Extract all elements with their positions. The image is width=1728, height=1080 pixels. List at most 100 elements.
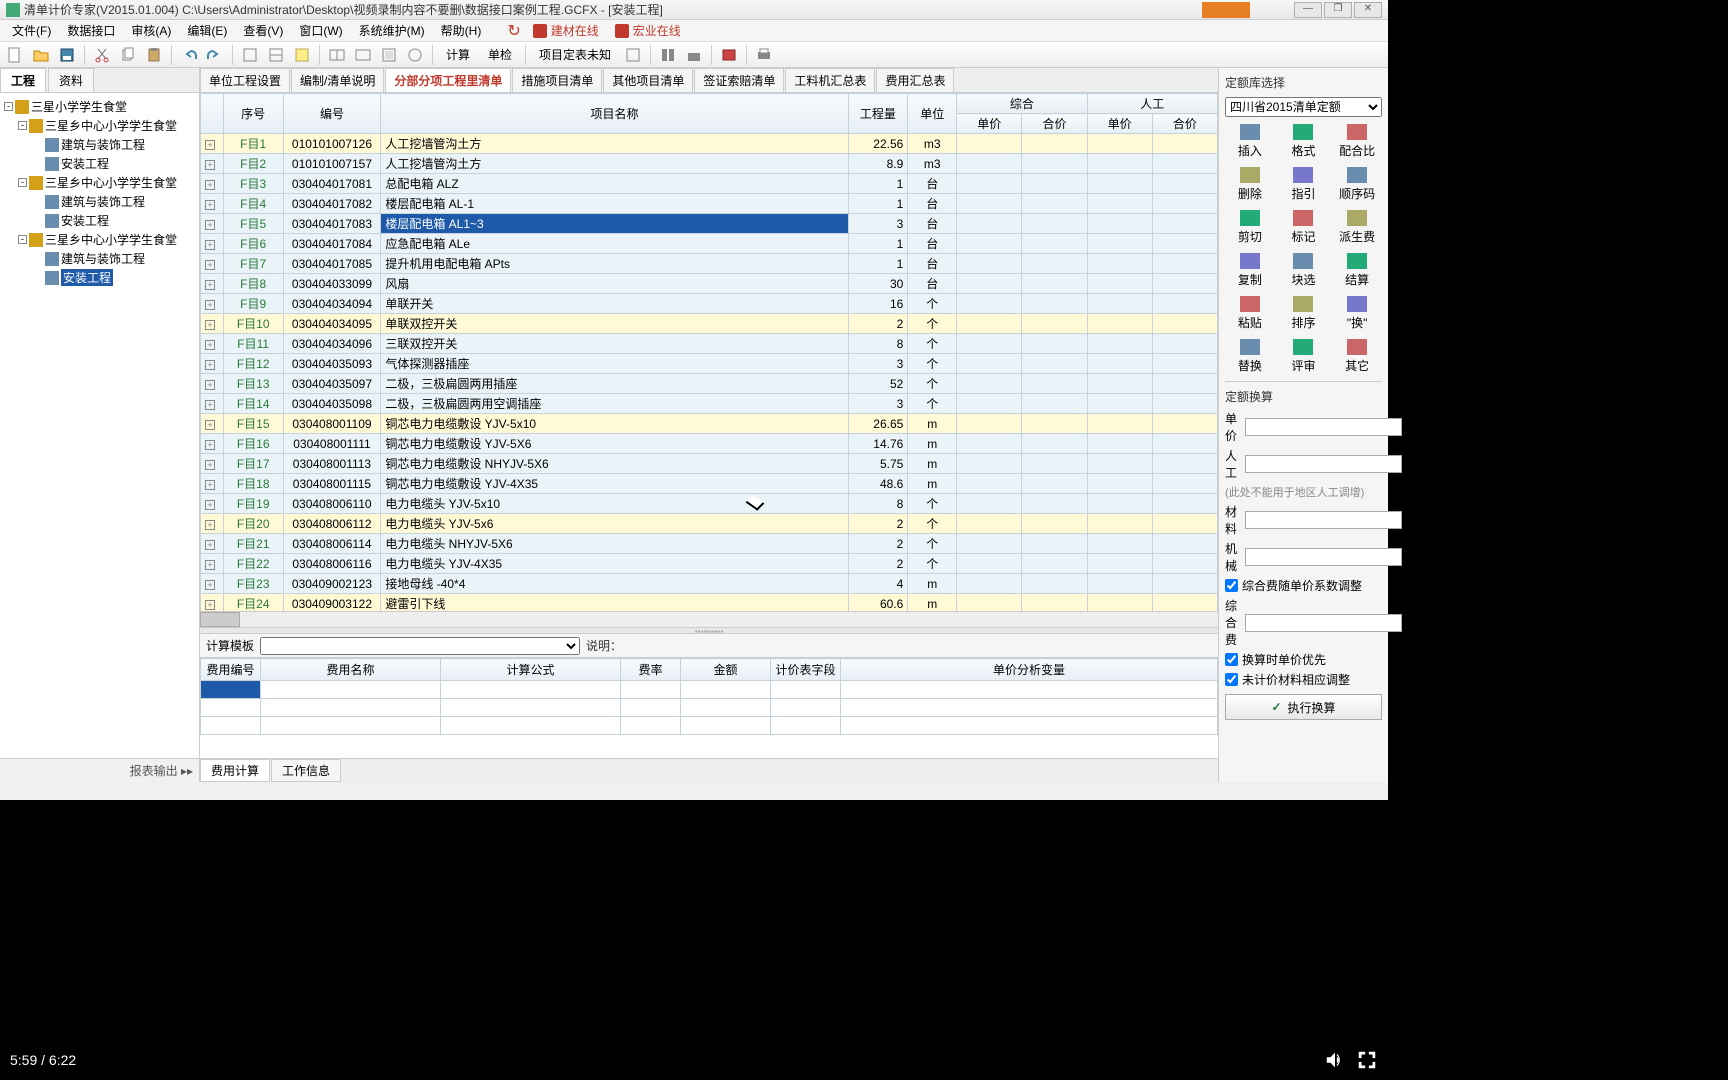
tree-node[interactable]: -三星乡中心小学学生食堂 [4, 230, 195, 249]
cell-unit[interactable]: m [908, 454, 957, 474]
cell-unit[interactable]: 个 [908, 394, 957, 414]
fee-col[interactable]: 金额 [681, 659, 771, 681]
rp-btn-7[interactable]: 标记 [1279, 207, 1329, 248]
col-zh[interactable]: 综合 [957, 94, 1087, 114]
table-row[interactable]: +F目10030404034095单联双控开关2个 [201, 314, 1218, 334]
cell-name[interactable]: 避雷引下线 [381, 594, 848, 612]
table-row[interactable]: +F目21030408006114电力电缆头 NHYJV-5X62个 [201, 534, 1218, 554]
rp-btn-15[interactable]: 替换 [1225, 336, 1275, 377]
refresh-icon[interactable]: ↻ [507, 21, 520, 41]
cell-qty[interactable]: 26.65 [848, 414, 908, 434]
chk-material-adjust[interactable] [1225, 673, 1238, 686]
cell-qty[interactable]: 1 [848, 254, 908, 274]
expand-row-icon[interactable]: + [205, 580, 215, 590]
cell-unit[interactable]: 台 [908, 174, 957, 194]
tree-node[interactable]: -三星小学学生食堂 [4, 97, 195, 116]
expand-row-icon[interactable]: + [205, 600, 215, 610]
cell-code[interactable]: 030404017082 [283, 194, 381, 214]
cell-code[interactable]: 030404034096 [283, 334, 381, 354]
execute-conversion-button[interactable]: 执行换算 [1225, 694, 1382, 720]
tb-print-icon[interactable] [753, 44, 775, 66]
fee-cell-selected[interactable] [201, 681, 261, 699]
expand-row-icon[interactable]: + [205, 420, 215, 430]
cell-qty[interactable]: 2 [848, 314, 908, 334]
col-name[interactable]: 项目名称 [381, 94, 848, 134]
tree-node[interactable]: -三星乡中心小学学生食堂 [4, 173, 195, 192]
expand-row-icon[interactable]: + [205, 360, 215, 370]
cell-code[interactable]: 030404017085 [283, 254, 381, 274]
rp-btn-2[interactable]: 配合比 [1332, 121, 1382, 162]
jiancai-link[interactable]: 建材在线 [525, 20, 607, 41]
left-tab-project[interactable]: 工程 [0, 68, 46, 92]
tb-icon-f[interactable] [378, 44, 400, 66]
cell-seq[interactable]: F目9 [223, 294, 283, 314]
col-unit[interactable]: 单位 [908, 94, 957, 134]
rp-btn-16[interactable]: 评审 [1279, 336, 1329, 377]
cell-seq[interactable]: F目6 [223, 234, 283, 254]
expand-row-icon[interactable]: + [205, 260, 215, 270]
col-seq[interactable]: 序号 [223, 94, 283, 134]
cell-unit[interactable]: m [908, 594, 957, 612]
tb-icon-c[interactable] [291, 44, 313, 66]
expand-row-icon[interactable]: + [205, 220, 215, 230]
rp-btn-9[interactable]: 复制 [1225, 250, 1275, 291]
cell-unit[interactable]: 个 [908, 294, 957, 314]
tree-node[interactable]: 安装工程 [4, 154, 195, 173]
cell-code[interactable]: 030404033099 [283, 274, 381, 294]
cell-qty[interactable]: 48.6 [848, 474, 908, 494]
cell-name[interactable]: 楼层配电箱 AL-1 [381, 194, 848, 214]
cell-name[interactable]: 单联开关 [381, 294, 848, 314]
input-danjia[interactable] [1245, 418, 1402, 436]
cell-qty[interactable]: 5.75 [848, 454, 908, 474]
table-row[interactable]: +F目17030408001113铜芯电力电缆敷设 NHYJV-5X65.75m [201, 454, 1218, 474]
cell-unit[interactable]: 个 [908, 494, 957, 514]
rp-btn-4[interactable]: 指引 [1279, 164, 1329, 205]
expand-icon[interactable]: - [18, 235, 27, 244]
cell-unit[interactable]: 个 [908, 514, 957, 534]
cell-seq[interactable]: F目12 [223, 354, 283, 374]
expand-row-icon[interactable]: + [205, 540, 215, 550]
rp-btn-13[interactable]: 排序 [1279, 293, 1329, 334]
cell-name[interactable]: 铜芯电力电缆敷设 YJV-5X6 [381, 434, 848, 454]
expand-row-icon[interactable]: + [205, 200, 215, 210]
cell-code[interactable]: 030404035097 [283, 374, 381, 394]
volume-icon[interactable] [1324, 1049, 1346, 1071]
rp-btn-1[interactable]: 格式 [1279, 121, 1329, 162]
quota-lib-select[interactable]: 四川省2015清单定额 [1225, 97, 1382, 117]
cell-name[interactable]: 气体探测器插座 [381, 354, 848, 374]
cell-name[interactable]: 风扇 [381, 274, 848, 294]
input-rengong[interactable] [1245, 455, 1402, 473]
calc-template-select[interactable] [260, 637, 580, 655]
tb-redo[interactable] [204, 44, 226, 66]
tb-cut[interactable] [91, 44, 113, 66]
tab-7[interactable]: 费用汇总表 [876, 68, 954, 92]
cell-name[interactable]: 电力电缆头 YJV-4X35 [381, 554, 848, 574]
cell-seq[interactable]: F目24 [223, 594, 283, 612]
rp-btn-11[interactable]: 结算 [1332, 250, 1382, 291]
tab-1[interactable]: 编制/清单说明 [291, 68, 384, 92]
cell-code[interactable]: 030404034095 [283, 314, 381, 334]
tree-node[interactable]: 建筑与装饰工程 [4, 249, 195, 268]
cell-seq[interactable]: F目21 [223, 534, 283, 554]
tb-icon-b[interactable] [265, 44, 287, 66]
col-rg-hj[interactable]: 合价 [1152, 114, 1217, 134]
cell-unit[interactable]: 个 [908, 334, 957, 354]
table-row[interactable]: +F目7030404017085提升机用电配电箱 APts1台 [201, 254, 1218, 274]
cell-seq[interactable]: F目1 [223, 134, 283, 154]
cell-name[interactable]: 楼层配电箱 AL1~3 [381, 214, 848, 234]
table-row[interactable]: +F目24030409003122避雷引下线60.6m [201, 594, 1218, 612]
menu-sys[interactable]: 系统维护(M) [351, 20, 433, 41]
expand-row-icon[interactable]: + [205, 240, 215, 250]
table-row[interactable]: +F目6030404017084应急配电箱 ALe1台 [201, 234, 1218, 254]
cell-code[interactable]: 030408006114 [283, 534, 381, 554]
cell-unit[interactable]: 台 [908, 234, 957, 254]
tb-paste[interactable] [143, 44, 165, 66]
cell-name[interactable]: 电力电缆头 YJV-5x10 [381, 494, 848, 514]
input-jixie[interactable] [1245, 548, 1402, 566]
expand-row-icon[interactable]: + [205, 380, 215, 390]
cell-qty[interactable]: 22.56 [848, 134, 908, 154]
table-row[interactable]: +F目16030408001111铜芯电力电缆敷设 YJV-5X614.76m [201, 434, 1218, 454]
cell-name[interactable]: 电力电缆头 NHYJV-5X6 [381, 534, 848, 554]
cell-unit[interactable]: 个 [908, 354, 957, 374]
cell-seq[interactable]: F目5 [223, 214, 283, 234]
